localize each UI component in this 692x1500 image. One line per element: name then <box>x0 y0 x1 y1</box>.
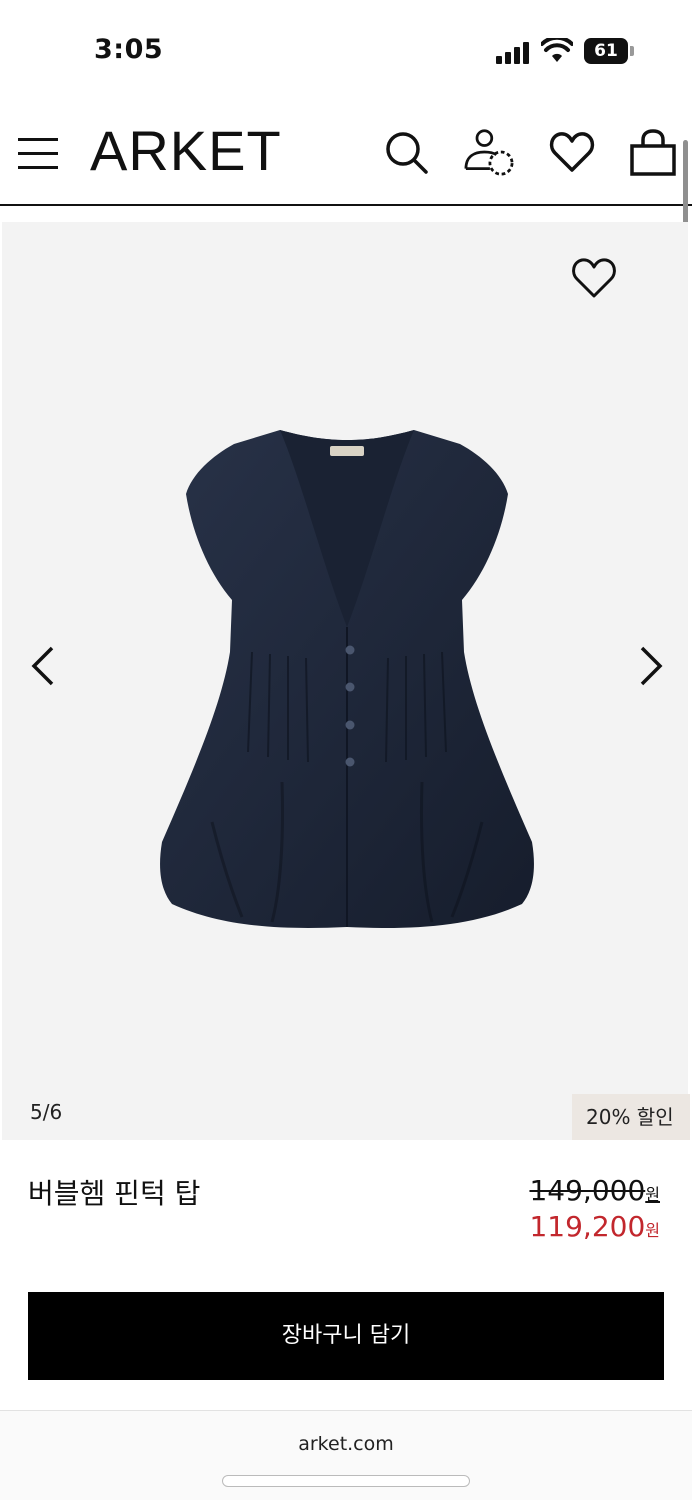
chevron-right-icon[interactable] <box>630 642 670 690</box>
url-text[interactable]: arket.com <box>0 1433 692 1455</box>
status-bar: 3:05 61 <box>0 0 692 100</box>
product-image <box>160 430 534 928</box>
product-gallery[interactable]: 5/6 20% 할인 <box>2 222 690 1140</box>
battery-level: 61 <box>584 38 628 64</box>
wifi-icon <box>541 38 573 62</box>
add-to-cart-button[interactable]: 장바구니 담기 <box>28 1292 664 1380</box>
currency-unit: 원 <box>645 1185 660 1204</box>
browser-address-bar: arket.com <box>0 1410 692 1500</box>
sale-price-value: 119,200 <box>529 1210 646 1243</box>
image-counter: 5/6 <box>30 1100 63 1124</box>
sale-price: 119,200원 <box>529 1210 660 1243</box>
original-price-value: 149,000 <box>529 1174 646 1207</box>
original-price: 149,000원 <box>529 1174 660 1207</box>
chevron-left-icon[interactable] <box>24 642 64 690</box>
product-name: 버블헴 핀턱 탑 <box>28 1177 201 1210</box>
cellular-signal-icon <box>496 40 532 64</box>
battery-icon: 61 <box>584 38 634 64</box>
menu-icon[interactable] <box>18 134 60 174</box>
bag-icon[interactable] <box>628 128 678 176</box>
site-header: ARKET <box>0 100 692 206</box>
account-icon[interactable] <box>460 128 518 176</box>
wishlist-heart-icon[interactable] <box>570 254 618 302</box>
search-icon[interactable] <box>382 128 430 176</box>
home-indicator[interactable] <box>222 1475 470 1487</box>
discount-badge: 20% 할인 <box>572 1094 690 1140</box>
status-time: 3:05 <box>94 34 164 65</box>
currency-unit: 원 <box>645 1221 660 1240</box>
brand-logo[interactable]: ARKET <box>90 118 282 183</box>
heart-icon[interactable] <box>548 128 596 176</box>
